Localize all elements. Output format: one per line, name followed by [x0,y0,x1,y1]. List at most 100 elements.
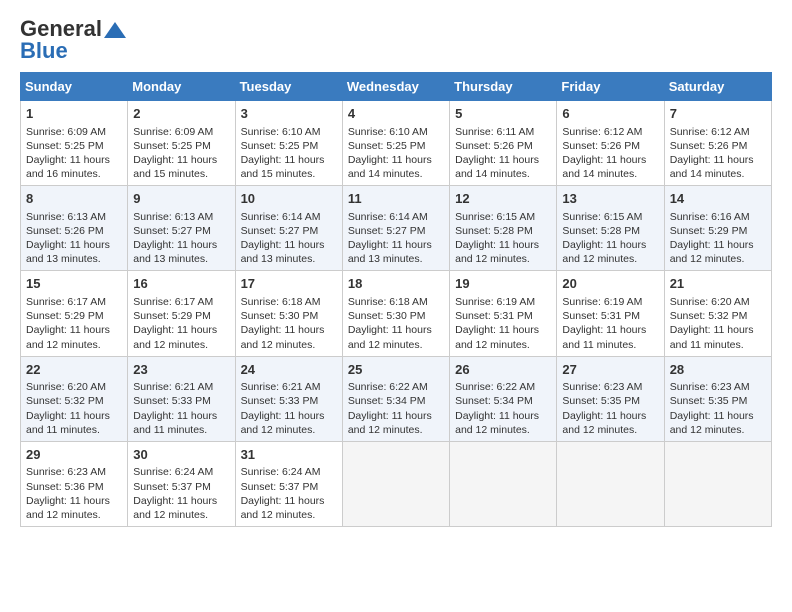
sunset-text: Sunset: 5:35 PM [670,395,748,407]
sunrise-text: Sunrise: 6:18 AM [348,296,428,308]
sunset-text: Sunset: 5:32 PM [670,310,748,322]
day-number: 26 [455,361,551,379]
daylight-text: Daylight: 11 hours and 11 minutes. [670,324,754,350]
daylight-text: Daylight: 11 hours and 12 minutes. [133,495,217,521]
calendar-cell: 11Sunrise: 6:14 AMSunset: 5:27 PMDayligh… [342,186,449,271]
sunrise-text: Sunrise: 6:18 AM [241,296,321,308]
calendar-header-saturday: Saturday [664,73,771,101]
calendar-cell: 10Sunrise: 6:14 AMSunset: 5:27 PMDayligh… [235,186,342,271]
day-number: 14 [670,190,766,208]
calendar-cell: 23Sunrise: 6:21 AMSunset: 5:33 PMDayligh… [128,356,235,441]
calendar-cell: 21Sunrise: 6:20 AMSunset: 5:32 PMDayligh… [664,271,771,356]
sunrise-text: Sunrise: 6:22 AM [348,381,428,393]
sunset-text: Sunset: 5:28 PM [562,225,640,237]
day-number: 4 [348,105,444,123]
day-number: 15 [26,275,122,293]
daylight-text: Daylight: 11 hours and 12 minutes. [455,324,539,350]
sunrise-text: Sunrise: 6:11 AM [455,126,534,138]
calendar-cell: 9 Sunrise: 6:13 AM Sunset: 5:27 PM Daylight… [128,186,235,271]
day-number: 10 [241,190,337,208]
sunrise-text: Sunrise: 6:24 AM [133,466,213,478]
sunrise-text: Sunrise: 6:17 AM [26,296,106,308]
day-number: 21 [670,275,766,293]
logo: General Blue [20,16,126,64]
sunrise-text: Sunrise: 6:16 AM [670,211,750,223]
logo-blue: Blue [20,38,68,64]
sunset-text: Sunset: 5:29 PM [670,225,748,237]
daylight-text: Daylight: 11 hours and 12 minutes. [670,410,754,436]
calendar-week-1: 1Sunrise: 6:09 AMSunset: 5:25 PMDaylight… [21,101,772,186]
calendar-header-tuesday: Tuesday [235,73,342,101]
calendar-cell: 2Sunrise: 6:09 AMSunset: 5:25 PMDaylight… [128,101,235,186]
daylight-text: Daylight: 11 hours and 12 minutes. [241,410,325,436]
calendar-cell [557,441,664,526]
day-number: 11 [348,190,444,208]
day-number: 3 [241,105,337,123]
day-number: 27 [562,361,658,379]
calendar-header-row: SundayMondayTuesdayWednesdayThursdayFrid… [21,73,772,101]
day-number: 19 [455,275,551,293]
daylight-text: Daylight: 11 hours and 14 minutes. [670,154,754,180]
sunset-text: Sunset: 5:25 PM [133,140,211,152]
day-number: 17 [241,275,337,293]
sunrise-text: Sunrise: 6:10 AM [348,126,428,138]
calendar-cell: 13 Sunrise: 6:15 AM Sunset: 5:28 PM Dayligh… [557,186,664,271]
sunset-text: Sunset: 5:31 PM [562,310,640,322]
daylight-text: Daylight: 11 hours and 12 minutes. [348,410,432,436]
daylight-text: Daylight: 11 hours and 13 minutes. [133,239,217,265]
day-number: 20 [562,275,658,293]
day-number: 13 [562,190,658,208]
sunrise-text: Sunrise: 6:17 AM [133,296,213,308]
calendar-header-monday: Monday [128,73,235,101]
sunset-text: Sunset: 5:28 PM [455,225,533,237]
sunrise-text: Sunrise: 6:15 AM [562,211,642,223]
sunset-text: Sunset: 5:36 PM [26,481,104,493]
sunrise-text: Sunrise: 6:21 AM [241,381,321,393]
calendar-cell: 31Sunrise: 6:24 AMSunset: 5:37 PMDayligh… [235,441,342,526]
daylight-text: Daylight: 11 hours and 13 minutes. [26,239,110,265]
sunrise-text: Sunrise: 6:13 AM [133,211,213,223]
calendar-cell: 19Sunrise: 6:19 AMSunset: 5:31 PMDayligh… [450,271,557,356]
calendar-cell: 26Sunrise: 6:22 AMSunset: 5:34 PMDayligh… [450,356,557,441]
day-number: 12 [455,190,551,208]
sunrise-text: Sunrise: 6:22 AM [455,381,535,393]
sunset-text: Sunset: 5:30 PM [241,310,319,322]
sunset-text: Sunset: 5:27 PM [348,225,426,237]
sunset-text: Sunset: 5:34 PM [455,395,533,407]
calendar-cell: 27Sunrise: 6:23 AMSunset: 5:35 PMDayligh… [557,356,664,441]
day-number: 7 [670,105,766,123]
sunset-text: Sunset: 5:27 PM [133,225,211,237]
calendar-cell: 17Sunrise: 6:18 AMSunset: 5:30 PMDayligh… [235,271,342,356]
calendar-cell: 15Sunrise: 6:17 AMSunset: 5:29 PMDayligh… [21,271,128,356]
daylight-text: Daylight: 11 hours and 12 minutes. [670,239,754,265]
sunrise-text: Sunrise: 6:24 AM [241,466,321,478]
day-number: 2 [133,105,229,123]
day-number: 16 [133,275,229,293]
calendar-cell: 29Sunrise: 6:23 AMSunset: 5:36 PMDayligh… [21,441,128,526]
daylight-text: Daylight: 11 hours and 12 minutes. [348,324,432,350]
sunset-text: Sunset: 5:26 PM [26,225,104,237]
calendar-cell: 16 Sunrise: 6:17 AM Sunset: 5:29 PM Dayligh… [128,271,235,356]
calendar-cell: 14 Sunrise: 6:16 AM Sunset: 5:29 PM Dayligh… [664,186,771,271]
sunset-text: Sunset: 5:34 PM [348,395,426,407]
calendar-cell: 25Sunrise: 6:22 AMSunset: 5:34 PMDayligh… [342,356,449,441]
sunset-text: Sunset: 5:25 PM [26,140,104,152]
calendar-week-2: 8 Sunrise: 6:13 AM Sunset: 5:26 PM Daylight… [21,186,772,271]
calendar-cell: 7Sunrise: 6:12 AMSunset: 5:26 PMDaylight… [664,101,771,186]
day-number: 9 [133,190,229,208]
calendar-cell [342,441,449,526]
daylight-text: Daylight: 11 hours and 12 minutes. [133,324,217,350]
calendar-cell: 30Sunrise: 6:24 AMSunset: 5:37 PMDayligh… [128,441,235,526]
day-number: 8 [26,190,122,208]
daylight-text: Daylight: 11 hours and 12 minutes. [241,495,325,521]
daylight-text: Daylight: 11 hours and 12 minutes. [562,239,646,265]
daylight-text: Daylight: 11 hours and 13 minutes. [241,239,325,265]
calendar-cell: 28Sunrise: 6:23 AMSunset: 5:35 PMDayligh… [664,356,771,441]
day-number: 28 [670,361,766,379]
sunset-text: Sunset: 5:29 PM [133,310,211,322]
day-number: 1 [26,105,122,123]
sunrise-text: Sunrise: 6:12 AM [670,126,750,138]
calendar-cell: 5Sunrise: 6:11 AMSunset: 5:26 PMDaylight… [450,101,557,186]
calendar-header-thursday: Thursday [450,73,557,101]
calendar-cell: 6Sunrise: 6:12 AMSunset: 5:26 PMDaylight… [557,101,664,186]
